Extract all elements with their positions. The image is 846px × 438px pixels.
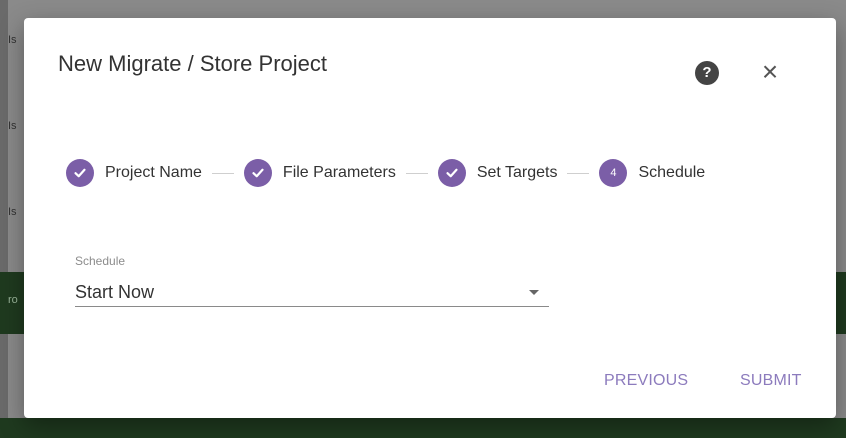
close-icon[interactable]: ×	[759, 58, 781, 86]
check-icon	[437, 159, 466, 187]
schedule-field: Schedule Start Now	[75, 254, 549, 307]
help-icon[interactable]: ?	[695, 61, 719, 85]
background-text: ro	[8, 294, 18, 306]
step-number-badge: 4	[599, 159, 628, 187]
step-label: File Parameters	[282, 164, 396, 181]
background-text: Is	[8, 34, 17, 46]
step-connector	[211, 172, 234, 174]
step-connector	[567, 172, 590, 174]
step-connector	[405, 172, 428, 174]
background-text: Is	[8, 206, 17, 218]
background-sidebar	[0, 0, 8, 438]
schedule-select[interactable]: Start Now	[75, 278, 549, 307]
step-file-parameters: File Parameters	[243, 159, 396, 187]
step-schedule: 4 Schedule	[599, 159, 705, 187]
chevron-down-icon	[529, 289, 539, 295]
schedule-value: Start Now	[75, 281, 155, 302]
step-label: Project Name	[105, 164, 202, 181]
previous-button[interactable]: PREVIOUS	[604, 372, 688, 390]
step-label: Schedule	[638, 164, 706, 181]
step-set-targets: Set Targets	[437, 159, 558, 187]
check-icon	[243, 159, 272, 187]
submit-button[interactable]: SUBMIT	[740, 372, 802, 390]
stepper: Project Name File Parameters Set Targets…	[66, 157, 705, 189]
schedule-label: Schedule	[75, 254, 126, 268]
step-project-name: Project Name	[66, 159, 202, 187]
background-green-footer	[0, 418, 846, 438]
step-label: Set Targets	[476, 164, 558, 181]
background-text: Is	[8, 120, 17, 132]
check-icon	[66, 159, 94, 187]
dialog-title: New Migrate / Store Project	[58, 51, 327, 76]
new-project-dialog: New Migrate / Store Project ? × Project …	[24, 18, 836, 418]
